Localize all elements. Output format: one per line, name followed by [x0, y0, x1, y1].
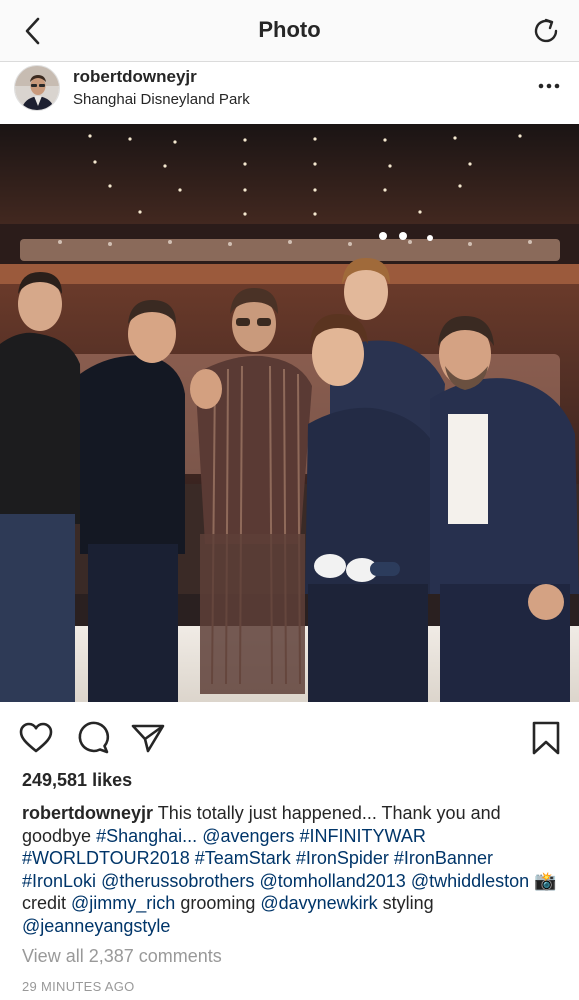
likes-count[interactable]: 249,581 likes: [22, 770, 132, 791]
mention-link[interactable]: @avengers: [202, 826, 294, 846]
caption-text-segment: styling: [377, 893, 434, 913]
hashtag-link[interactable]: #IronSpider: [296, 848, 389, 868]
mention-link[interactable]: @jimmy_rich: [71, 893, 175, 913]
post-header: robertdowneyjr Shanghai Disneyland Park: [0, 62, 579, 124]
caption-text-segment: grooming: [175, 893, 261, 913]
hashtag-link[interactable]: #INFINITYWAR: [300, 826, 426, 846]
post-username[interactable]: robertdowneyjr: [73, 67, 197, 87]
top-nav-bar: Photo: [0, 0, 579, 62]
hashtag-link[interactable]: #WORLDTOUR2018: [22, 848, 190, 868]
post-caption: robertdowneyjr This totally just happene…: [22, 802, 562, 937]
post-photo-illustration: [0, 124, 579, 702]
mention-link[interactable]: @jeanneyangstyle: [22, 916, 170, 936]
post-location[interactable]: Shanghai Disneyland Park: [73, 91, 250, 108]
more-horizontal-icon[interactable]: [537, 76, 561, 96]
post-action-bar: [0, 702, 579, 768]
page-title: Photo: [258, 17, 321, 42]
mention-link[interactable]: @tomholland2013: [259, 871, 405, 891]
mention-link[interactable]: @therussobrothers: [101, 871, 254, 891]
comment-icon[interactable]: [76, 720, 112, 756]
avatar[interactable]: [14, 65, 60, 111]
post-timestamp: 29 MINUTES AGO: [22, 979, 135, 994]
send-icon[interactable]: [130, 720, 166, 756]
refresh-icon[interactable]: [529, 14, 563, 48]
hashtag-link[interactable]: #TeamStark: [195, 848, 291, 868]
hashtag-link[interactable]: #Shanghai...: [96, 826, 197, 846]
heart-icon[interactable]: [18, 720, 54, 756]
hashtag-link[interactable]: #IronLoki: [22, 871, 96, 891]
hashtag-link[interactable]: #IronBanner: [394, 848, 493, 868]
view-all-comments-link[interactable]: View all 2,387 comments: [22, 946, 222, 967]
bookmark-icon[interactable]: [528, 720, 564, 756]
mention-link[interactable]: @twhiddleston: [411, 871, 529, 891]
mention-link[interactable]: @davynewkirk: [260, 893, 377, 913]
post-photo[interactable]: [0, 124, 579, 702]
caption-username[interactable]: robertdowneyjr: [22, 803, 153, 823]
